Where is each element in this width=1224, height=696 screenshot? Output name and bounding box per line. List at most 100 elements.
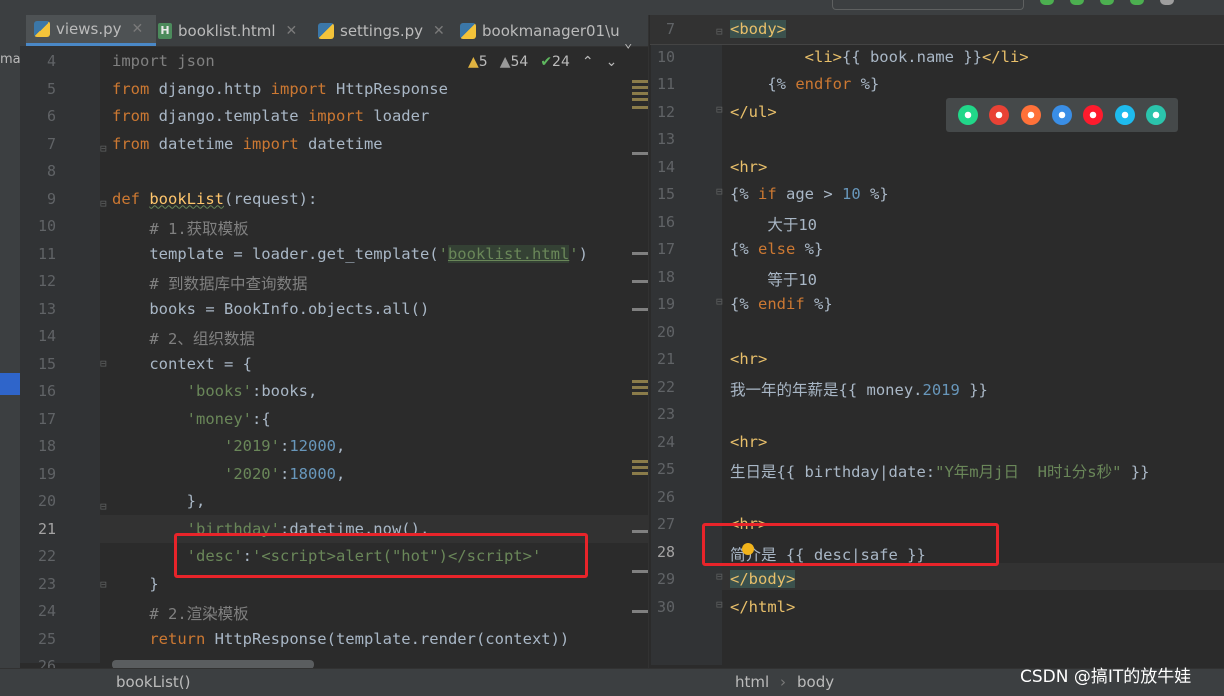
- line-number: 8: [46, 162, 56, 180]
- python-file-icon: [460, 22, 476, 39]
- annotation-box-desc: [174, 533, 588, 578]
- python-file-icon: [34, 21, 50, 37]
- fold-icon[interactable]: ⊟: [100, 578, 107, 591]
- code-line[interactable]: },: [112, 492, 206, 510]
- line-number: 20: [656, 322, 675, 341]
- code-line[interactable]: <hr>: [730, 433, 767, 451]
- line-number: 10: [37, 217, 56, 235]
- code-line[interactable]: '2019':12000,: [112, 437, 345, 455]
- fold-icon[interactable]: ⊟: [716, 295, 723, 308]
- code-line[interactable]: </html>: [730, 598, 795, 616]
- line-number: 11: [37, 244, 56, 263]
- line-number: 25: [656, 460, 675, 478]
- code-line[interactable]: from datetime import datetime: [112, 135, 383, 153]
- breadcrumb-body[interactable]: body: [797, 673, 834, 691]
- fold-icon[interactable]: ⊟: [716, 598, 723, 611]
- code-line[interactable]: 等于10: [730, 268, 817, 290]
- code-line[interactable]: template = loader.get_template('booklist…: [112, 244, 588, 263]
- code-line[interactable]: # 2.渲染模板: [112, 602, 248, 624]
- weak-warnings-count[interactable]: ▲54: [500, 54, 529, 70]
- code-line[interactable]: # 到数据库中查询数据: [112, 272, 307, 294]
- tab-bookmanager01[interactable]: bookmanager01\u: [460, 15, 620, 46]
- code-line[interactable]: <hr>: [730, 350, 767, 368]
- code-line[interactable]: {% endif %}: [730, 295, 833, 313]
- code-line[interactable]: 生日是{{ birthday|date:"Y年m月j日 H时i分s秒" }}: [730, 460, 1149, 482]
- fold-icon[interactable]: ⊟: [716, 570, 723, 583]
- code-line[interactable]: {% endfor %}: [730, 75, 879, 93]
- line-number: 15: [656, 185, 675, 203]
- open-in-browser-bar: [946, 98, 1178, 132]
- code-line[interactable]: <body>: [730, 20, 786, 38]
- watermark: CSDN @搞IT的放牛娃: [1020, 667, 1192, 687]
- code-line[interactable]: from django.http import HttpResponse: [112, 80, 448, 98]
- pycharm-icon[interactable]: [957, 105, 978, 125]
- close-icon[interactable]: ✕: [286, 23, 298, 39]
- run-configuration-selector[interactable]: [832, 0, 1024, 10]
- code-line[interactable]: {% else %}: [730, 240, 823, 258]
- code-line[interactable]: </body>: [730, 570, 796, 588]
- previous-highlight-icon[interactable]: ⌃: [582, 54, 594, 70]
- breadcrumb-left[interactable]: bookList(): [116, 673, 191, 691]
- breadcrumb-html[interactable]: html: [735, 673, 769, 691]
- code-line[interactable]: '2020':18000,: [112, 465, 345, 483]
- breadcrumb-separator-icon: ›: [780, 673, 786, 691]
- line-number: 10: [656, 47, 675, 66]
- line-number: 27: [656, 515, 675, 533]
- line-number: 9: [46, 189, 56, 208]
- line-number: 28: [656, 542, 675, 561]
- code-line[interactable]: 'books':books,: [112, 382, 318, 400]
- line-number: 19: [37, 464, 56, 483]
- line-number: 24: [656, 432, 675, 451]
- typos-count[interactable]: ✔24: [540, 54, 570, 70]
- line-number: 18: [656, 267, 675, 286]
- close-icon[interactable]: ✕: [132, 21, 144, 37]
- code-line[interactable]: return HttpResponse(template.render(cont…: [112, 630, 569, 648]
- edge-icon[interactable]: [1146, 105, 1167, 125]
- line-number: 13: [37, 299, 56, 318]
- firefox-icon[interactable]: [1020, 105, 1041, 125]
- fold-icon[interactable]: ⊟: [100, 142, 107, 155]
- line-number: 7: [665, 20, 675, 38]
- chrome-icon[interactable]: [989, 105, 1010, 125]
- code-line[interactable]: books = BookInfo.objects.all(): [112, 300, 429, 318]
- code-line[interactable]: 'money':{: [112, 410, 271, 428]
- line-number: 22: [656, 377, 675, 396]
- tab-label: booklist.html: [178, 21, 276, 40]
- code-line[interactable]: }: [112, 575, 158, 593]
- code-line[interactable]: def bookList(request):: [112, 190, 317, 208]
- tab-booklist-html[interactable]: H booklist.html ✕: [158, 15, 297, 46]
- line-number: 16: [656, 212, 675, 231]
- code-line[interactable]: 大于10: [730, 213, 817, 235]
- line-number: 5: [46, 79, 56, 98]
- code-line[interactable]: <hr>: [730, 158, 767, 176]
- fold-icon[interactable]: ⊟: [716, 103, 723, 116]
- code-line[interactable]: # 2、组织数据: [112, 327, 255, 349]
- fold-icon[interactable]: ⊟: [716, 25, 723, 38]
- fold-icon[interactable]: ⊟: [100, 357, 107, 370]
- opera-icon[interactable]: [1083, 105, 1104, 125]
- weak-warning-icon: ▲: [499, 54, 511, 70]
- tab-settings-py[interactable]: settings.py ✕: [318, 15, 445, 46]
- code-line[interactable]: {% if age > 10 %}: [730, 185, 889, 203]
- warnings-count[interactable]: ▲5: [468, 54, 488, 70]
- tab-label: settings.py: [340, 21, 423, 40]
- code-line[interactable]: context = {: [112, 355, 252, 373]
- fold-icon[interactable]: ⊟: [716, 185, 723, 198]
- code-line[interactable]: <li>{{ book.name }}</li>: [730, 48, 1029, 66]
- code-line[interactable]: </ul>: [730, 103, 777, 121]
- code-line[interactable]: from django.template import loader: [112, 107, 429, 125]
- ie-icon[interactable]: [1114, 105, 1135, 125]
- inspection-widget[interactable]: ▲5 ▲54 ✔24 ⌃ ⌄: [468, 54, 617, 70]
- tab-views-py[interactable]: views.py ✕: [26, 15, 156, 46]
- code-line[interactable]: 我一年的年薪是{{ money.2019 }}: [730, 378, 988, 400]
- code-line[interactable]: # 1.获取模板: [112, 217, 248, 239]
- safari-icon[interactable]: [1051, 105, 1072, 125]
- next-highlight-icon[interactable]: ⌄: [606, 54, 618, 70]
- close-icon[interactable]: ✕: [433, 23, 445, 39]
- html-file-icon: H: [158, 22, 172, 39]
- fold-icon[interactable]: ⊟: [100, 500, 107, 513]
- code-line[interactable]: import json: [112, 52, 215, 70]
- check-icon: ✔: [540, 54, 553, 70]
- python-file-icon: [318, 22, 334, 39]
- fold-icon[interactable]: ⊟: [100, 197, 107, 210]
